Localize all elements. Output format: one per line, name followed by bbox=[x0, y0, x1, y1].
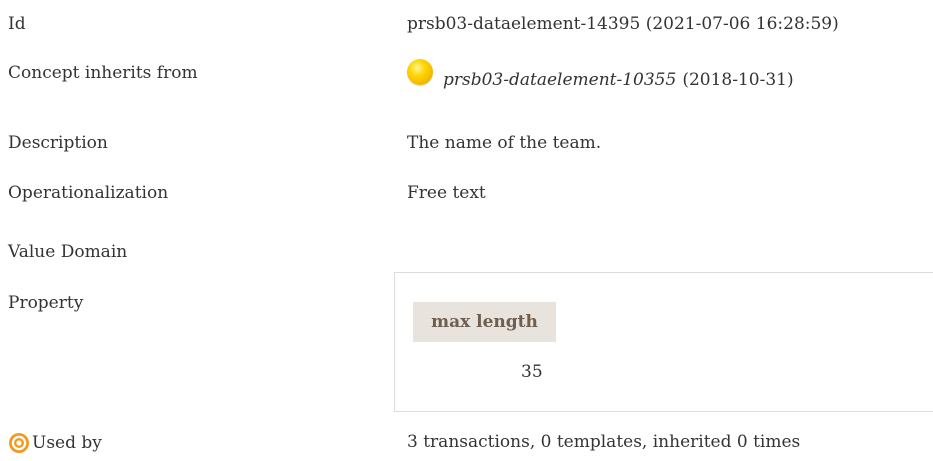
used-by-row: Used by bbox=[8, 432, 102, 454]
value-domain-label: Value Domain bbox=[8, 242, 128, 262]
used-by-label-wrap: Used by bbox=[8, 432, 102, 454]
operationalization-label: Operationalization bbox=[8, 183, 169, 203]
used-by-label: Used by bbox=[32, 433, 102, 453]
operationalization-value: Free text bbox=[407, 183, 486, 203]
used-by-value: 3 transactions, 0 templates, inherited 0… bbox=[407, 432, 801, 452]
target-icon bbox=[9, 433, 29, 453]
property-header-max-length: max length bbox=[413, 302, 556, 342]
inherits-label: Concept inherits from bbox=[8, 63, 198, 83]
inherits-value: prsb03-dataelement-10355 (2018-10-31) bbox=[407, 59, 794, 90]
property-label: Property bbox=[8, 293, 84, 313]
inherits-date: (2018-10-31) bbox=[682, 70, 794, 90]
description-value: The name of the team. bbox=[407, 133, 602, 153]
property-table: max length 35 bbox=[394, 272, 933, 412]
id-label: Id bbox=[8, 14, 26, 34]
id-value: prsb03-dataelement-14395 (2021-07-06 16:… bbox=[407, 14, 839, 34]
property-value-max-length: 35 bbox=[521, 362, 543, 382]
status-yellow-circle-icon bbox=[407, 59, 433, 85]
description-label: Description bbox=[8, 133, 108, 153]
inherits-link[interactable]: prsb03-dataelement-10355 bbox=[443, 70, 676, 90]
